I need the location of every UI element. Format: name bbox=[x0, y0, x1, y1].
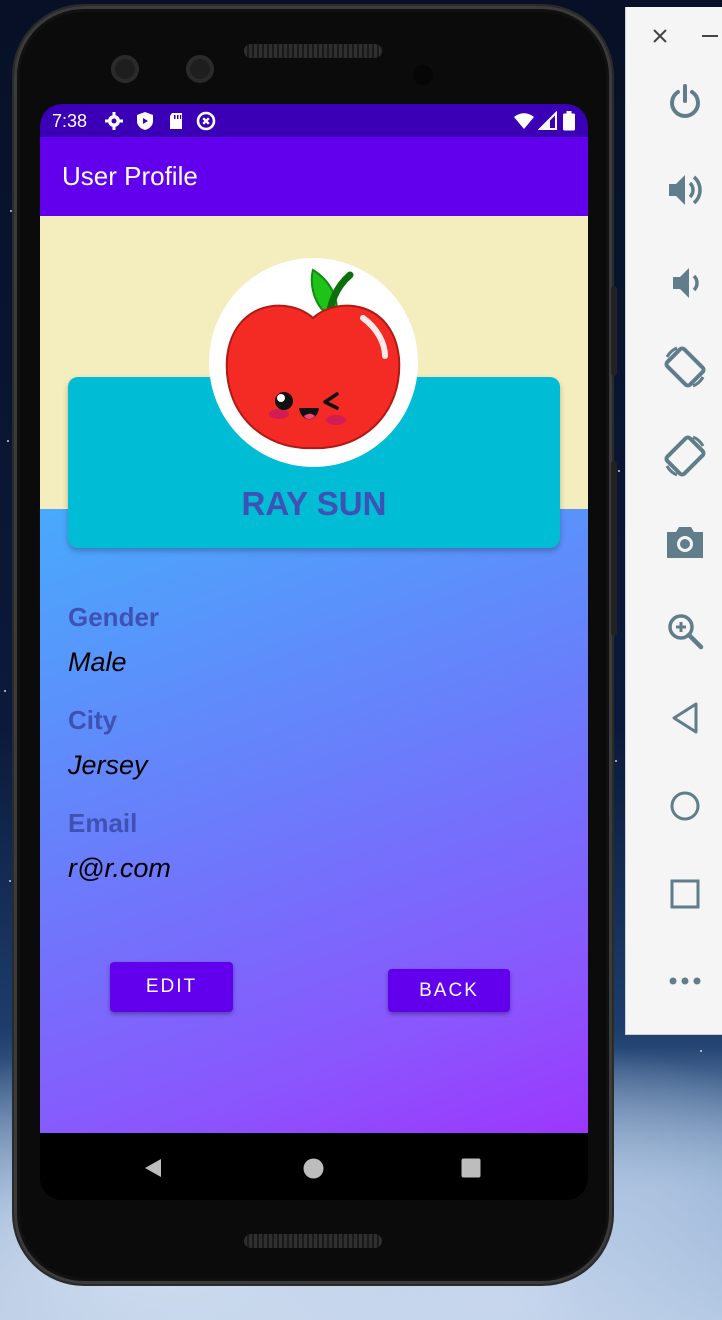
rotate-left-button[interactable] bbox=[658, 340, 712, 394]
close-icon[interactable] bbox=[652, 28, 668, 44]
zoom-button[interactable] bbox=[658, 604, 712, 658]
top-speaker bbox=[244, 44, 382, 58]
navigation-bar bbox=[40, 1133, 588, 1200]
back-button[interactable]: BACK bbox=[388, 969, 510, 1012]
sensor-left bbox=[111, 55, 139, 83]
email-value: r@r.com bbox=[68, 853, 171, 883]
volume-side-button bbox=[611, 461, 617, 636]
profile-content: RAY SUN Gender Male City Jersey Email r@… bbox=[40, 216, 588, 1133]
sd-card-icon bbox=[170, 113, 182, 129]
signal-icon bbox=[538, 111, 557, 130]
settings-icon bbox=[105, 112, 123, 130]
volume-up-icon bbox=[669, 175, 702, 205]
app-title: User Profile bbox=[62, 161, 198, 191]
back-icon bbox=[672, 702, 698, 734]
overview-icon bbox=[670, 879, 700, 909]
volume-up-button[interactable] bbox=[658, 163, 712, 217]
minimize-icon[interactable] bbox=[702, 34, 718, 38]
profile-name: RAY SUN bbox=[241, 485, 387, 522]
shield-icon bbox=[137, 112, 153, 130]
toolbar-overview-button[interactable] bbox=[658, 867, 712, 921]
rotate-right-button[interactable] bbox=[658, 429, 712, 483]
toolbar-back-button[interactable] bbox=[658, 691, 712, 745]
power-icon bbox=[670, 84, 700, 118]
battery-icon bbox=[563, 111, 575, 131]
power-button[interactable] bbox=[658, 75, 712, 129]
gender-value: Male bbox=[68, 647, 127, 677]
city-value: Jersey bbox=[68, 750, 148, 780]
rotate-left-icon bbox=[664, 346, 706, 388]
toolbar-home-button[interactable] bbox=[658, 779, 712, 833]
home-circle-icon[interactable] bbox=[303, 1158, 324, 1179]
status-time: 7:38 bbox=[52, 111, 88, 131]
zoom-icon bbox=[668, 614, 704, 650]
city-label: City bbox=[68, 705, 118, 735]
email-label: Email bbox=[68, 808, 138, 838]
recents-square-icon[interactable] bbox=[461, 1158, 481, 1178]
emulator-toolbar bbox=[625, 7, 722, 1035]
power-side-button bbox=[611, 286, 617, 376]
wifi-icon bbox=[514, 113, 534, 129]
edit-button[interactable]: EDIT bbox=[110, 962, 233, 1012]
volume-down-button[interactable] bbox=[658, 256, 712, 310]
profile-avatar[interactable] bbox=[209, 258, 418, 467]
status-bar: 7:38 bbox=[40, 104, 588, 137]
bottom-speaker bbox=[244, 1234, 382, 1248]
device-screen: 7:38 User Profile RAY SUN Gender Male Ci… bbox=[40, 104, 588, 1200]
apple-avatar-icon bbox=[225, 268, 401, 450]
screenshot-button[interactable] bbox=[658, 515, 712, 569]
more-icon bbox=[669, 977, 701, 985]
camera-icon bbox=[667, 527, 703, 558]
gender-label: Gender bbox=[68, 602, 160, 632]
toolbar-more-button[interactable] bbox=[658, 954, 712, 1008]
volume-down-icon bbox=[673, 268, 699, 298]
app-bar: User Profile bbox=[40, 137, 588, 216]
sensor-right bbox=[186, 55, 214, 83]
data-saver-icon bbox=[196, 111, 216, 131]
rotate-right-icon bbox=[664, 435, 706, 477]
back-triangle-icon[interactable] bbox=[143, 1158, 163, 1178]
front-camera bbox=[413, 65, 433, 85]
home-icon bbox=[670, 791, 700, 821]
